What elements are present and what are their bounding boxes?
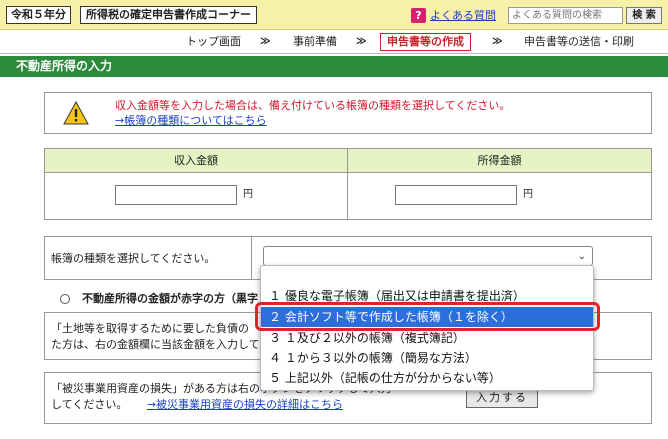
table-divider <box>347 149 348 219</box>
row-divider <box>251 237 252 279</box>
ledger-type-info-link[interactable]: →帳簿の種類についてはこちら <box>115 114 267 128</box>
earnings-header: 所得金額 <box>348 149 651 173</box>
disaster-loss-input-button[interactable]: 入力する <box>466 388 538 408</box>
income-amount-input[interactable] <box>115 185 237 205</box>
faq-search-input[interactable] <box>508 7 623 24</box>
top-bar: 令和５年分 所得税の確定申告書作成コーナー ? よくある質問 検 索 <box>0 0 668 30</box>
step-navigation: トップ画面 ≫ 事前準備 ≫ 申告書等の作成 ≫ 申告書等の送信・印刷 <box>0 30 668 54</box>
page-title: 不動産所得の入力 <box>0 56 668 77</box>
chevron-down-icon: ⌄ <box>577 251 586 262</box>
help-icon[interactable]: ? <box>411 8 426 23</box>
amounts-table: 収入金額 所得金額 円 円 <box>44 148 652 220</box>
step-send-print[interactable]: 申告書等の送信・印刷 <box>524 34 634 50</box>
income-unit: 円 <box>243 189 253 200</box>
land-loan-text-2: た方は、右の金額欄に当該金額を入力して <box>51 338 260 351</box>
disaster-loss-text-2: してください。 <box>51 398 128 411</box>
warning-triangle-icon <box>63 101 89 125</box>
income-header: 収入金額 <box>45 149 347 173</box>
step-separator-icon: ≫ <box>356 36 367 47</box>
corner-title: 所得税の確定申告書作成コーナー <box>80 6 257 24</box>
disaster-loss-detail-link[interactable]: →被災事業用資産の損失の詳細はこちら <box>147 398 343 411</box>
land-loan-text-1: 「土地等を取得するために要した負債の <box>51 322 249 335</box>
ledger-type-label: 帳簿の種類を選択してください。 <box>51 252 216 265</box>
step-prep[interactable]: 事前準備 <box>293 34 337 50</box>
warning-text: 収入金額等を入力した場合は、備え付けている帳簿の種類を選択してください。 <box>115 99 511 112</box>
faq-link[interactable]: よくある質問 <box>430 8 496 23</box>
ledger-type-select[interactable]: ⌄ <box>263 246 593 266</box>
dropdown-option-4[interactable]: ４ １から３以外の帳簿（簡易な方法） <box>261 348 593 368</box>
deficit-radio[interactable] <box>60 294 70 304</box>
earnings-amount-input[interactable] <box>395 185 517 205</box>
earnings-unit: 円 <box>523 189 533 200</box>
step-separator-icon: ≫ <box>492 36 503 47</box>
step-separator-icon: ≫ <box>260 36 271 47</box>
deficit-label: 不動産所得の金額が赤字の方（黒字 <box>82 292 258 305</box>
step-create-current: 申告書等の作成 <box>380 33 471 51</box>
dropdown-option-3[interactable]: ３ １及び２以外の帳簿（複式簿記） <box>261 328 593 348</box>
warning-box: 収入金額等を入力した場合は、備え付けている帳簿の種類を選択してください。 →帳簿… <box>44 92 652 134</box>
dropdown-option-5[interactable]: ５ 上記以外（記帳の仕方が分からない等） <box>261 368 593 388</box>
highlight-annotation <box>255 302 600 331</box>
tax-year-label: 令和５年分 <box>6 6 71 24</box>
search-button[interactable]: 検 索 <box>626 7 662 24</box>
step-top[interactable]: トップ画面 <box>186 34 241 50</box>
